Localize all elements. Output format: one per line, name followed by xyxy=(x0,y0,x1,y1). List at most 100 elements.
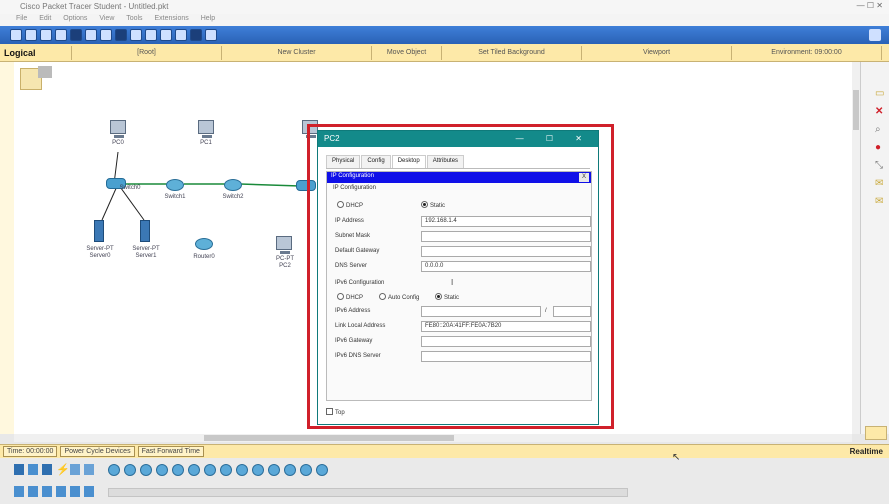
network-devices-icon[interactable] xyxy=(14,464,24,475)
environment-button[interactable]: Environment: 09:00:00 xyxy=(732,45,882,60)
menu-edit[interactable]: Edit xyxy=(39,15,51,22)
inspect-icon[interactable]: ⌕ xyxy=(875,124,881,135)
zoom-out-icon[interactable] xyxy=(175,29,187,41)
resize-icon[interactable]: ⤡ xyxy=(875,160,883,171)
router-icon[interactable] xyxy=(224,179,242,191)
device-model-icon[interactable] xyxy=(268,464,280,476)
help-icon[interactable] xyxy=(869,29,881,41)
menu-view[interactable]: View xyxy=(99,15,114,22)
category-icon[interactable] xyxy=(14,486,24,497)
node-label: Switch2 xyxy=(222,194,244,200)
select-icon[interactable]: ▭ xyxy=(875,88,884,99)
set-tiled-background-button[interactable]: Set Tiled Background xyxy=(442,45,582,60)
category-icon[interactable] xyxy=(28,486,38,497)
misc-icon[interactable] xyxy=(70,464,80,475)
device-model-icon[interactable] xyxy=(156,464,168,476)
end-devices-icon[interactable] xyxy=(28,464,38,475)
device-palette: ⚡ xyxy=(0,458,889,504)
device-model-icon[interactable] xyxy=(236,464,248,476)
menu-tools[interactable]: Tools xyxy=(126,15,142,22)
menu-file[interactable]: File xyxy=(16,15,27,22)
window-controls[interactable]: — ☐ ✕ xyxy=(857,1,883,10)
open-file-icon[interactable] xyxy=(25,29,37,41)
device-model-icon[interactable] xyxy=(108,464,120,476)
pc-icon[interactable] xyxy=(110,120,126,138)
category-icon[interactable] xyxy=(84,486,94,497)
menu-bar: File Edit Options View Tools Extensions … xyxy=(0,14,889,26)
palette-icon[interactable] xyxy=(190,29,202,41)
wizard-icon[interactable] xyxy=(70,29,82,41)
connections-icon[interactable]: ⚡ xyxy=(56,463,70,476)
category-icon[interactable] xyxy=(56,486,66,497)
workspace-bar: Logical [Root] New Cluster Move Object S… xyxy=(0,44,889,62)
window-title: Cisco Packet Tracer Student - Untitled.p… xyxy=(20,2,169,11)
root-breadcrumb[interactable]: [Root] xyxy=(72,45,222,60)
menu-options[interactable]: Options xyxy=(63,15,87,22)
zoom-in-icon[interactable] xyxy=(145,29,157,41)
viewport-button[interactable]: Viewport xyxy=(582,45,732,60)
packet-tracer-window: Cisco Packet Tracer Student - Untitled.p… xyxy=(0,0,889,504)
node-label: Router0 xyxy=(193,254,215,260)
paste-icon[interactable] xyxy=(100,29,112,41)
pc-icon[interactable] xyxy=(198,120,214,138)
device-model-icon[interactable] xyxy=(124,464,136,476)
node-label: Server-PT Server0 xyxy=(86,246,114,259)
logical-mode-label[interactable]: Logical xyxy=(0,45,72,60)
server-icon[interactable] xyxy=(94,220,104,242)
delete-icon[interactable]: ✕ xyxy=(875,106,883,117)
custom-device-icon[interactable] xyxy=(205,29,217,41)
add-pdu-icon[interactable]: ● xyxy=(875,142,881,153)
main-toolbar xyxy=(0,26,889,44)
undo-icon[interactable] xyxy=(115,29,127,41)
simulation-toggle-icon[interactable] xyxy=(865,426,887,440)
horizontal-scrollbar[interactable] xyxy=(14,434,852,442)
new-file-icon[interactable] xyxy=(10,29,22,41)
category-icon[interactable] xyxy=(70,486,80,497)
print-icon[interactable] xyxy=(55,29,67,41)
node-label: Switch0 xyxy=(119,185,141,191)
menu-extensions[interactable]: Extensions xyxy=(155,15,189,22)
vertical-scrollbar[interactable] xyxy=(852,62,860,434)
realtime-mode-label[interactable]: Realtime xyxy=(850,447,883,456)
device-model-icon[interactable] xyxy=(220,464,232,476)
title-bar: Cisco Packet Tracer Student - Untitled.p… xyxy=(0,0,889,14)
multiuser-icon[interactable] xyxy=(84,464,94,475)
category-icon[interactable] xyxy=(42,486,52,497)
redo-icon[interactable] xyxy=(130,29,142,41)
status-bar: Time: 00:00:00 Power Cycle Devices Fast … xyxy=(0,444,889,458)
fast-forward-button[interactable]: Fast Forward Time xyxy=(137,446,204,457)
device-model-icon[interactable] xyxy=(252,464,264,476)
mouse-pointer-icon: ↖ xyxy=(672,452,681,463)
menu-help[interactable]: Help xyxy=(201,15,215,22)
node-label: Server-PT Server1 xyxy=(132,246,160,259)
device-model-icon[interactable] xyxy=(172,464,184,476)
device-model-icon[interactable] xyxy=(204,464,216,476)
new-cluster-button[interactable]: New Cluster xyxy=(222,45,372,60)
mail-icon[interactable]: ✉ xyxy=(875,178,883,189)
open-envelope-icon[interactable]: ✉ xyxy=(875,196,883,207)
components-icon[interactable] xyxy=(42,464,52,475)
node-label: Switch1 xyxy=(164,194,186,200)
left-strip xyxy=(0,62,14,434)
power-cycle-button[interactable]: Power Cycle Devices xyxy=(60,446,135,457)
device-list-scroll[interactable] xyxy=(108,488,628,497)
router-icon[interactable] xyxy=(166,179,184,191)
device-model-icon[interactable] xyxy=(140,464,152,476)
device-model-icon[interactable] xyxy=(316,464,328,476)
highlight-annotation-box xyxy=(307,124,614,429)
device-model-icon[interactable] xyxy=(188,464,200,476)
node-label: PC1 xyxy=(200,140,212,146)
right-tool-palette: ▭ ✕ ⌕ ● ⤡ ✉ ✉ xyxy=(860,62,889,440)
node-label: PC0 xyxy=(112,140,124,146)
node-label: PC-PT PC2 xyxy=(276,256,294,269)
device-model-icon[interactable] xyxy=(300,464,312,476)
copy-icon[interactable] xyxy=(85,29,97,41)
zoom-reset-icon[interactable] xyxy=(160,29,172,41)
router-icon[interactable] xyxy=(195,238,213,250)
save-icon[interactable] xyxy=(40,29,52,41)
server-icon[interactable] xyxy=(140,220,150,242)
device-model-icon[interactable] xyxy=(284,464,296,476)
move-object-button[interactable]: Move Object xyxy=(372,45,442,60)
time-display: Time: 00:00:00 xyxy=(3,446,58,457)
pc-icon[interactable] xyxy=(276,236,292,254)
